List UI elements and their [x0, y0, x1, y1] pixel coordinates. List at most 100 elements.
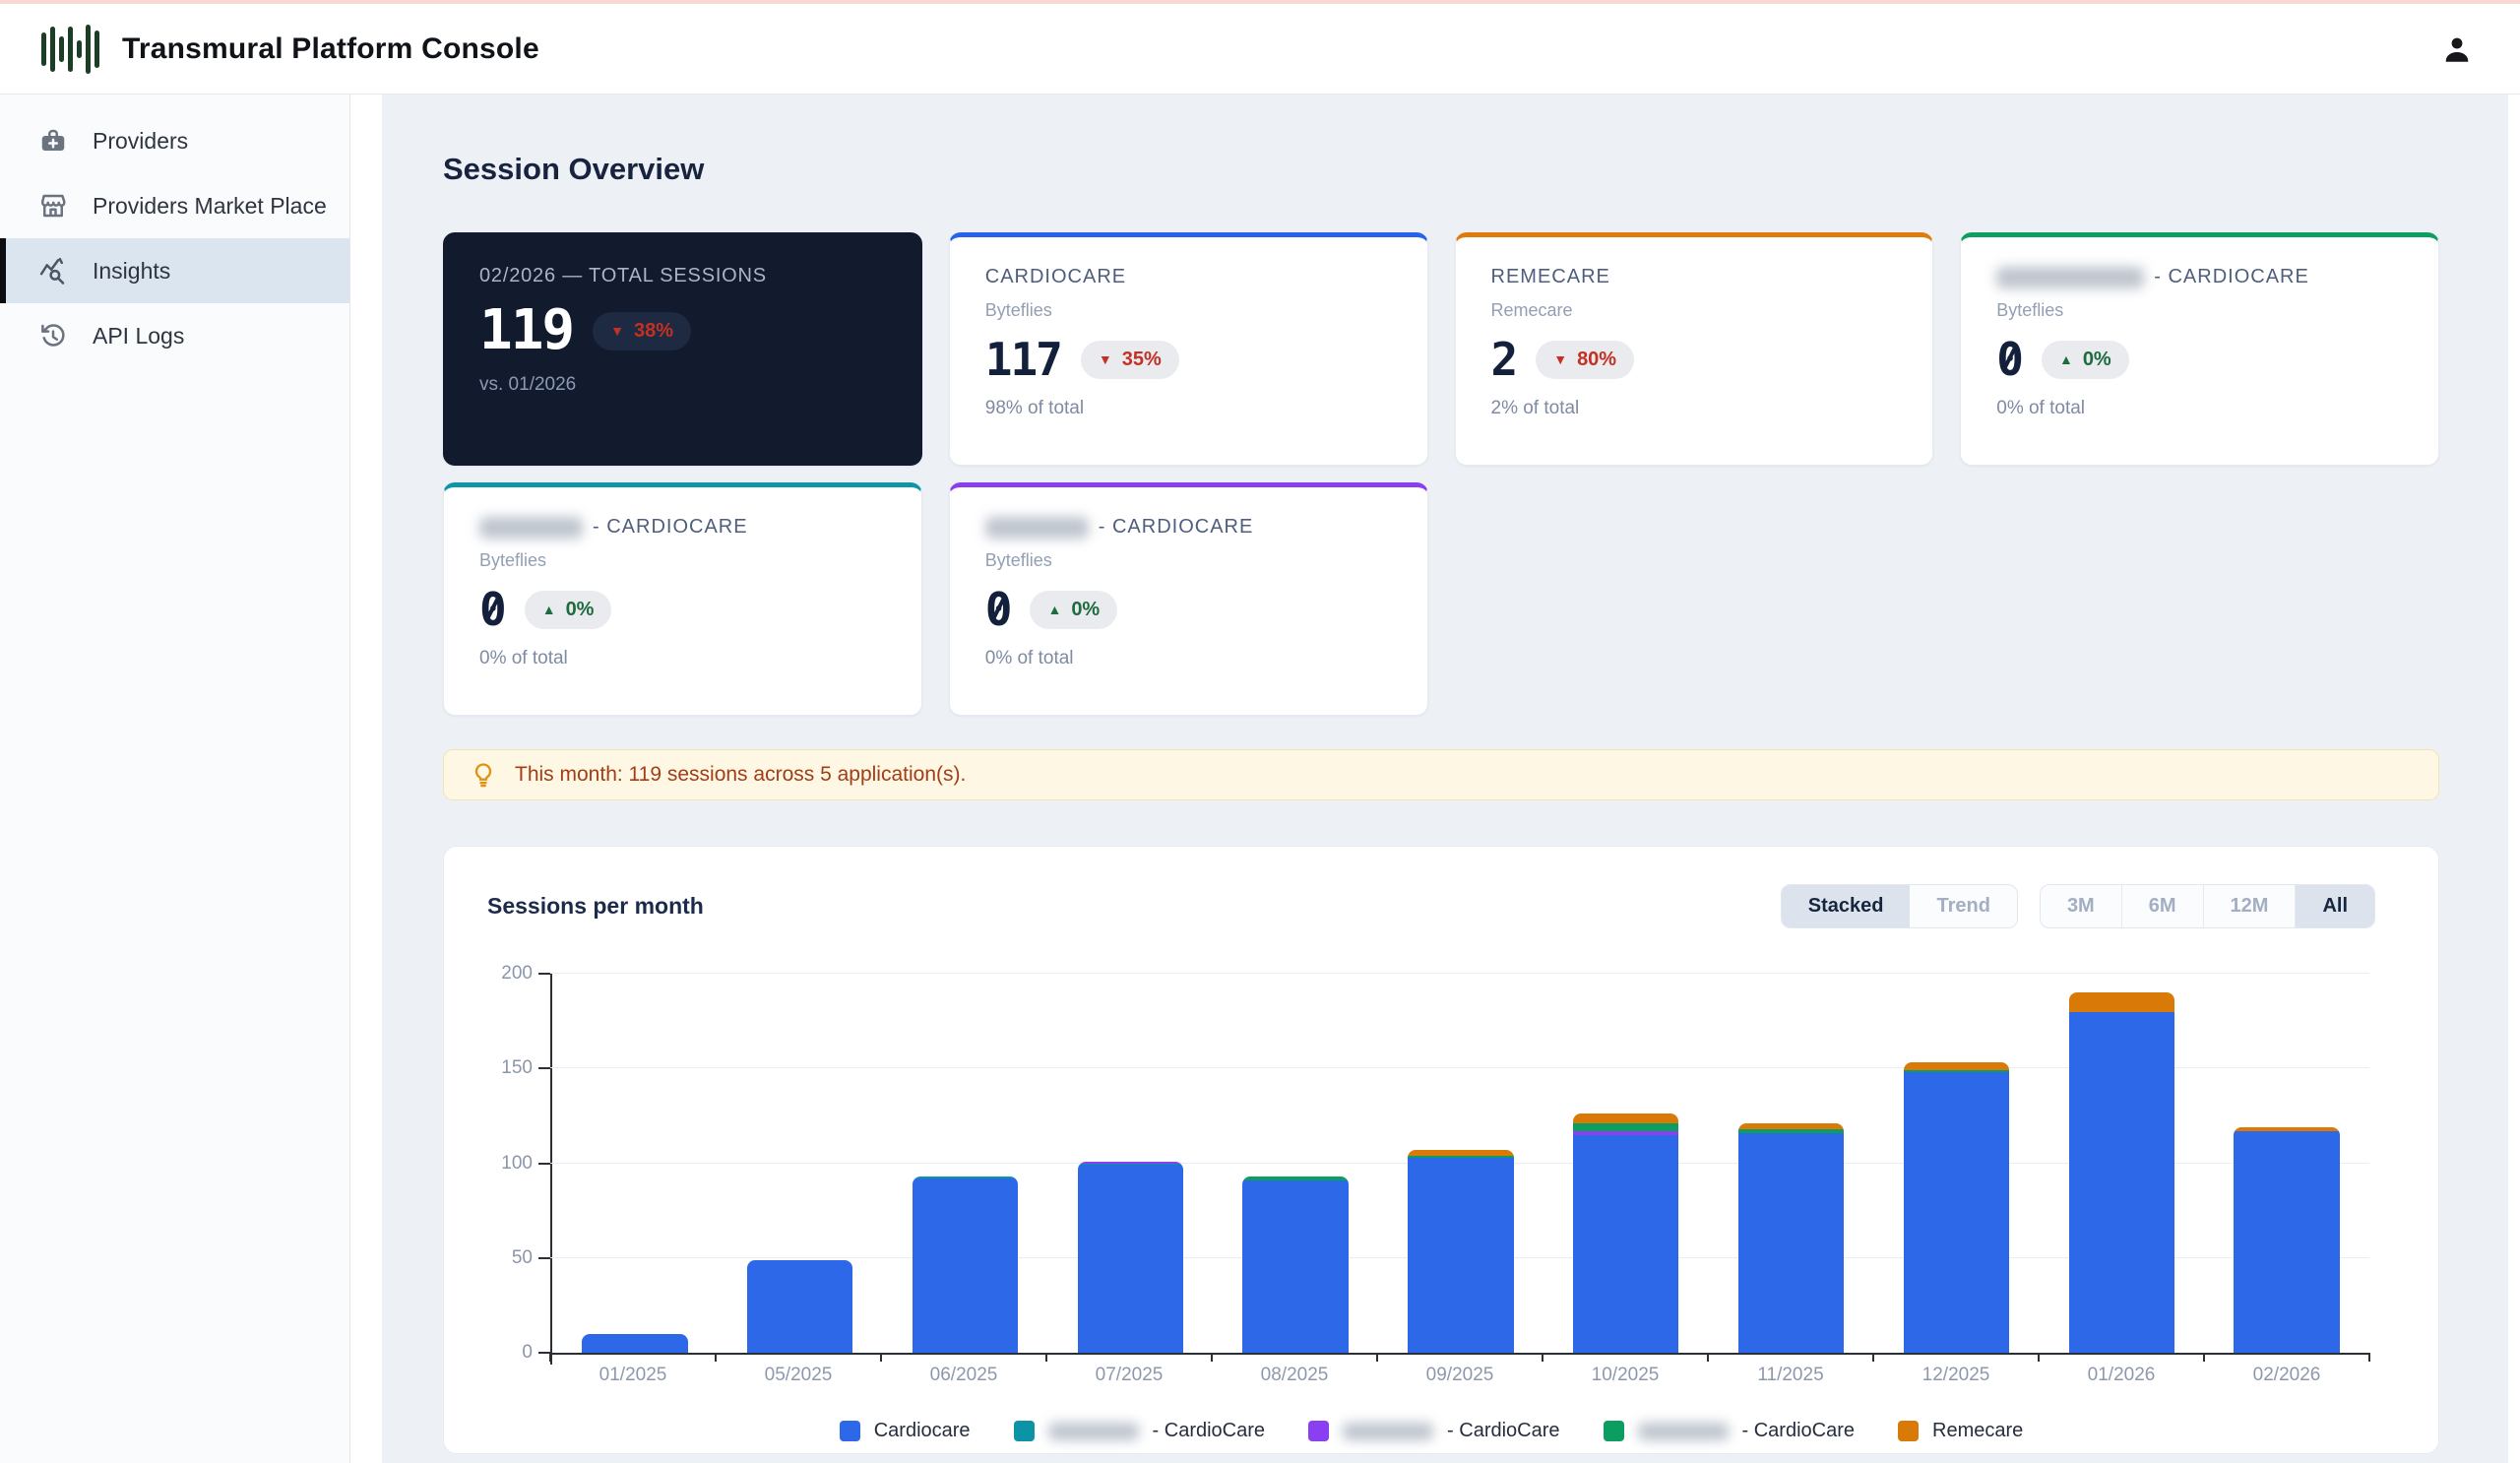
x-axis-labels: 01/202505/202506/202507/202508/202509/20…	[550, 1365, 2369, 1386]
bar-segment	[2234, 1131, 2339, 1353]
x-tick-label: 06/2025	[881, 1365, 1046, 1386]
chart-bar-11/2025[interactable]	[1709, 974, 1874, 1353]
chart-bar-07/2025[interactable]	[1047, 974, 1213, 1353]
mode-toggle: Stacked Trend	[1781, 884, 2018, 928]
banner-text: This month: 119 sessions across 5 applic…	[515, 763, 966, 787]
redacted-app-name	[985, 517, 1089, 539]
stat-cards: 02/2026 — TOTAL SESSIONS 119 ▼ 38% vs. 0…	[443, 232, 2439, 716]
sidebar-item-insights[interactable]: Insights	[0, 238, 349, 303]
delta-value: 80%	[1577, 349, 1616, 371]
legend-swatch	[1308, 1421, 1329, 1441]
range-12m-button[interactable]: 12M	[2203, 885, 2296, 927]
app-card-share: 0% of total	[985, 648, 1392, 669]
x-tick-label: 05/2025	[716, 1365, 881, 1386]
sidebar-item-providers[interactable]: Providers	[0, 108, 349, 173]
bar-segment	[1738, 1133, 1844, 1353]
app-card-title: CARDIOCARE	[985, 266, 1392, 288]
app-card-value: 0	[479, 587, 505, 632]
chart-legend: Cardiocare- CardioCare- CardioCare- Card…	[487, 1420, 2375, 1442]
sidebar-item-label: Insights	[93, 258, 170, 285]
bars-container	[552, 974, 2369, 1353]
x-tick-mark	[2038, 1353, 2040, 1362]
chart-bar-08/2025[interactable]	[1213, 974, 1378, 1353]
x-tick-label: 10/2025	[1543, 1365, 1708, 1386]
legend-swatch	[1014, 1421, 1035, 1441]
y-tick-mark	[538, 1257, 550, 1259]
x-tick-mark	[549, 1353, 551, 1362]
app-stat-card: - CARDIOCARE Byteflies 0 ▲ 0% 0% of tota…	[1960, 232, 2439, 466]
x-tick-mark	[880, 1353, 882, 1362]
trend-mode-button[interactable]: Trend	[1910, 885, 2016, 927]
legend-label: - CardioCare	[1742, 1420, 1855, 1442]
x-tick-label: 07/2025	[1046, 1365, 1212, 1386]
app-card-title: REMECARE	[1491, 266, 1898, 288]
app-card-value: 117	[985, 337, 1061, 382]
total-card-value: 119	[479, 303, 573, 358]
app-card-title: - CARDIOCARE	[1996, 266, 2403, 288]
app-card-provider: Byteflies	[985, 300, 1392, 321]
chart-bar-01/2026[interactable]	[2039, 974, 2204, 1353]
bar-segment	[1573, 1113, 1678, 1123]
chart-bar-12/2025[interactable]	[1874, 974, 2040, 1353]
chart-bar-10/2025[interactable]	[1544, 974, 1709, 1353]
total-sessions-card: 02/2026 — TOTAL SESSIONS 119 ▼ 38% vs. 0…	[443, 232, 922, 466]
bar-segment	[582, 1334, 687, 1353]
y-tick-label: 50	[489, 1247, 533, 1269]
sidebar-item-label: Providers Market Place	[93, 193, 327, 220]
app-title: Transmural Platform Console	[122, 32, 539, 66]
x-tick-mark	[1707, 1353, 1709, 1362]
delta-badge: ▲ 0%	[525, 591, 612, 629]
range-3m-button[interactable]: 3M	[2041, 885, 2121, 927]
delta-value: 0%	[566, 599, 595, 621]
y-tick-mark	[538, 973, 550, 975]
x-tick-mark	[1542, 1353, 1544, 1362]
app-card-provider: Remecare	[1491, 300, 1898, 321]
arrow-up-icon: ▲	[542, 603, 556, 616]
arrow-down-icon: ▼	[610, 324, 624, 338]
total-card-compare: vs. 01/2026	[479, 374, 886, 396]
stacked-mode-button[interactable]: Stacked	[1782, 885, 1911, 927]
x-tick-label: 01/2026	[2039, 1365, 2204, 1386]
redacted-app-name	[1343, 1423, 1433, 1440]
range-all-button[interactable]: All	[2295, 885, 2374, 927]
x-tick-mark	[1045, 1353, 1047, 1362]
x-tick-label: 09/2025	[1377, 1365, 1543, 1386]
history-clock-icon	[37, 320, 69, 351]
user-menu-button[interactable]	[2435, 28, 2479, 71]
y-tick-label: 0	[489, 1342, 533, 1364]
app-card-share: 0% of total	[1996, 398, 2403, 419]
app-logo: Transmural Platform Console	[41, 22, 539, 77]
storefront-icon	[37, 190, 69, 222]
range-toggle: 3M 6M 12M All	[2040, 884, 2375, 928]
bar-segment	[747, 1260, 852, 1353]
sidebar-item-providers-market-place[interactable]: Providers Market Place	[0, 173, 349, 238]
legend-swatch	[1604, 1421, 1624, 1441]
sidebar-item-label: Providers	[93, 128, 188, 155]
legend-swatch	[840, 1421, 860, 1441]
sidebar-item-api-logs[interactable]: API Logs	[0, 303, 349, 368]
legend-item: - CardioCare	[1308, 1420, 1559, 1442]
chart-bar-01/2025[interactable]	[552, 974, 718, 1353]
arrow-down-icon: ▼	[1099, 352, 1112, 366]
x-tick-label: 02/2026	[2204, 1365, 2369, 1386]
x-tick-label: 12/2025	[1873, 1365, 2039, 1386]
x-tick-label: 01/2025	[550, 1365, 716, 1386]
chart-plot: 050100150200	[550, 974, 2369, 1353]
y-tick-label: 100	[489, 1153, 533, 1175]
chart-bar-05/2025[interactable]	[718, 974, 883, 1353]
app-card-value: 0	[1996, 337, 2022, 382]
chart-bar-02/2026[interactable]	[2204, 974, 2369, 1353]
x-tick-label: 11/2025	[1708, 1365, 1873, 1386]
page-title: Session Overview	[443, 152, 2439, 187]
range-6m-button[interactable]: 6M	[2121, 885, 2203, 927]
arrow-up-icon: ▲	[1047, 603, 1061, 616]
chart-bar-09/2025[interactable]	[1378, 974, 1544, 1353]
app-stat-card: - CARDIOCARE Byteflies 0 ▲ 0% 0% of tota…	[443, 482, 922, 716]
waveform-bars-icon	[41, 22, 102, 77]
app-card-share: 0% of total	[479, 648, 886, 669]
chart-bar-06/2025[interactable]	[883, 974, 1048, 1353]
insight-banner: This month: 119 sessions across 5 applic…	[443, 749, 2439, 800]
redacted-app-name	[1048, 1423, 1139, 1440]
delta-badge: ▲ 0%	[1030, 591, 1117, 629]
sidebar-item-label: API Logs	[93, 323, 184, 350]
